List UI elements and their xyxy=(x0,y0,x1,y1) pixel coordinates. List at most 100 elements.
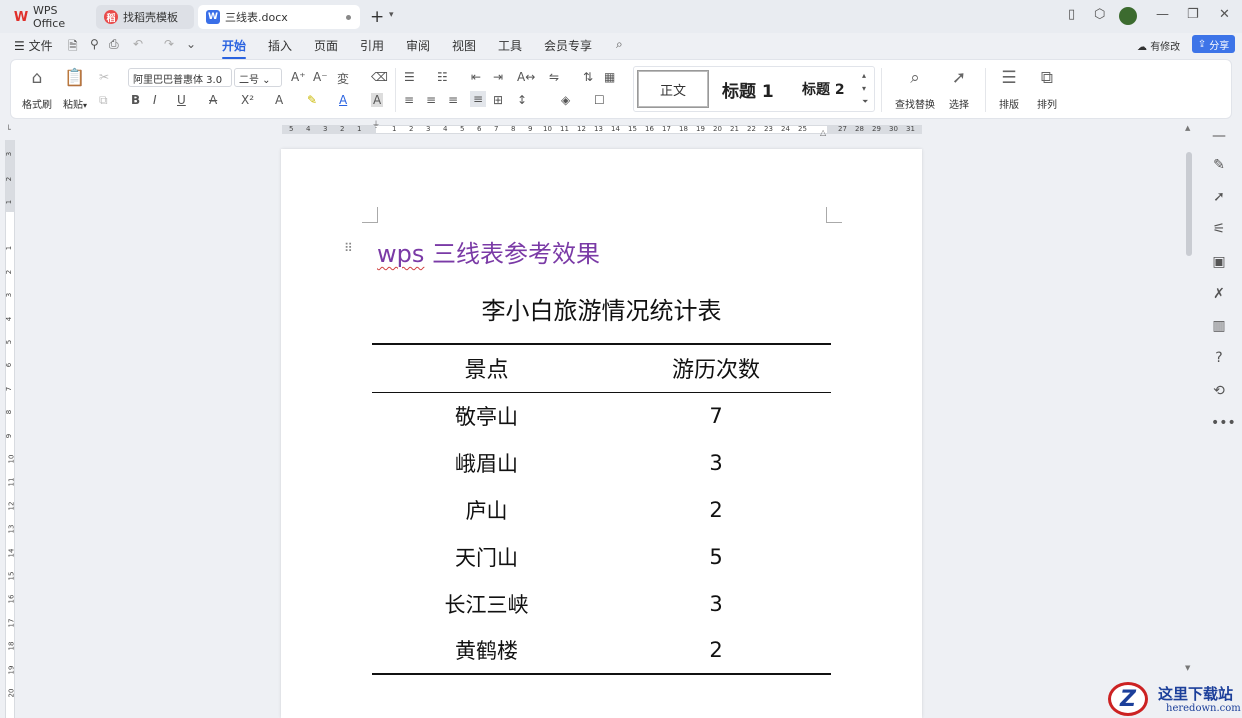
style-normal[interactable]: 正文 xyxy=(637,70,709,108)
gallery-expand-icon[interactable]: ⏷ xyxy=(862,97,868,107)
scroll-down-icon[interactable]: ▼ xyxy=(1185,664,1190,672)
table-cell[interactable]: 7 xyxy=(601,392,831,439)
style-heading1[interactable]: 标题 1 xyxy=(722,77,774,102)
decrease-indent-icon[interactable]: ⇤ xyxy=(471,70,481,84)
align-left-icon[interactable]: ≡ xyxy=(404,93,414,107)
menu-home[interactable]: 开始 xyxy=(222,37,247,59)
menu-member[interactable]: 会员专享 xyxy=(544,37,592,54)
show-marks-icon[interactable]: ▦ xyxy=(604,70,615,84)
gallery-down-icon[interactable]: ▾ xyxy=(862,84,866,93)
bullet-list-icon[interactable]: ☰ xyxy=(404,70,415,84)
redo-icon[interactable]: ↷ xyxy=(164,37,174,51)
justify-icon[interactable]: ≡ xyxy=(470,91,487,107)
table-cell[interactable]: 5 xyxy=(601,533,831,580)
font-color-icon[interactable]: A xyxy=(339,93,347,107)
right-indent-marker-icon[interactable]: △ xyxy=(820,128,826,137)
char-shading-icon[interactable]: A xyxy=(371,93,384,107)
menu-insert[interactable]: 插入 xyxy=(268,37,292,54)
char-spacing-icon[interactable]: A↔ xyxy=(517,70,535,84)
increase-indent-icon[interactable]: ⇥ xyxy=(493,70,503,84)
shrink-font-icon[interactable]: A⁻ xyxy=(313,70,328,84)
close-icon[interactable]: ✕ xyxy=(1219,7,1230,22)
tab-wps-office[interactable]: W WPS Office xyxy=(6,4,92,30)
tab-stop-icon[interactable]: └ xyxy=(6,125,11,134)
cube-icon[interactable]: ⬡ xyxy=(1094,7,1105,22)
restore-icon[interactable]: ❐ xyxy=(1187,7,1199,22)
vertical-ruler[interactable]: 3 2 1 1 2 3 4 5 6 7 8 9 10 11 12 13 14 1… xyxy=(5,140,15,718)
collapse-sidebar-icon[interactable]: — xyxy=(1211,128,1227,144)
border-icon[interactable]: ☐ xyxy=(594,93,605,107)
table-cell[interactable]: 3 xyxy=(601,439,831,486)
distribute-icon[interactable]: ⊞ xyxy=(493,93,503,107)
style-heading2[interactable]: 标题 2 xyxy=(802,79,845,99)
minimize-icon[interactable]: — xyxy=(1156,7,1169,22)
header-cell-place[interactable]: 景点 xyxy=(372,344,601,392)
menu-review[interactable]: 审阅 xyxy=(406,37,430,54)
undo-icon[interactable]: ↶ xyxy=(133,37,143,51)
menu-tools[interactable]: 工具 xyxy=(498,37,522,54)
save-icon[interactable]: 🗎 xyxy=(68,37,78,58)
arrange-button[interactable]: ⧉ 排列 xyxy=(1029,68,1065,111)
table-cell[interactable]: 2 xyxy=(601,486,831,533)
menu-references[interactable]: 引用 xyxy=(360,37,384,54)
image-edit-icon[interactable]: ▣ xyxy=(1211,254,1227,270)
sliders-icon[interactable]: ⚟ xyxy=(1211,221,1227,237)
highlight-icon[interactable]: ✎ xyxy=(307,93,317,107)
header-cell-count[interactable]: 游历次数 xyxy=(601,344,831,392)
chevron-down-icon[interactable]: ▾ xyxy=(389,10,394,20)
print-preview-icon[interactable]: ⎙ xyxy=(109,37,119,52)
revise-status[interactable]: ☁ 有修改 xyxy=(1137,38,1180,53)
book-icon[interactable]: ▥ xyxy=(1211,318,1227,334)
numbered-list-icon[interactable]: ☷ xyxy=(437,70,448,84)
font-name-select[interactable]: 阿里巴巴普惠体 3.0 xyxy=(128,68,232,87)
tab-document[interactable]: W 三线表.docx xyxy=(198,5,360,29)
table-cell[interactable]: 天门山 xyxy=(372,533,601,580)
indent-marker-icon[interactable]: ⏚ xyxy=(372,119,380,130)
pen-icon[interactable]: ✎ xyxy=(1211,157,1227,173)
clear-format-icon[interactable]: ⌫ xyxy=(371,70,388,84)
table-cell[interactable]: 庐山 xyxy=(372,486,601,533)
font-size-select[interactable]: 二号 ⌄ xyxy=(234,68,282,87)
table-cell[interactable]: 峨眉山 xyxy=(372,439,601,486)
new-tab-button[interactable]: + xyxy=(370,7,384,27)
table-cell[interactable]: 黄鹤楼 xyxy=(372,627,601,674)
doc-heading[interactable]: wps 三线表参考效果 xyxy=(377,234,600,269)
search-icon[interactable]: ⌕ xyxy=(616,37,623,52)
copy-icon[interactable]: ⧉ xyxy=(99,93,108,108)
table-cell[interactable]: 长江三峡 xyxy=(372,580,601,627)
tab-docer-templates[interactable]: 稻 找稻壳模板 xyxy=(96,5,194,29)
more-icon[interactable]: ••• xyxy=(1211,415,1236,431)
link-icon[interactable]: ⚲ xyxy=(90,37,99,51)
avatar[interactable] xyxy=(1119,7,1137,25)
gallery-up-icon[interactable]: ▴ xyxy=(862,71,866,80)
menu-view[interactable]: 视图 xyxy=(452,37,476,54)
italic-icon[interactable]: I xyxy=(153,93,157,107)
table-title[interactable]: 李小白旅游情况统计表 xyxy=(281,291,922,326)
sort-icon[interactable]: ⇅ xyxy=(583,70,593,84)
shading-icon[interactable]: ◈ xyxy=(561,93,570,107)
three-line-table[interactable]: 景点 游历次数 敬亭山 7 峨眉山 3 庐山 2 天门山 5 长江三峡 3 黄鹤… xyxy=(372,343,831,675)
format-painter-button[interactable]: ⌂ 格式刷 xyxy=(19,68,55,111)
share-button[interactable]: ⇪ 分享 xyxy=(1192,35,1235,53)
text-direction-icon[interactable]: ⇋ xyxy=(549,70,559,84)
strikethrough-icon[interactable]: A xyxy=(209,93,217,107)
help-icon[interactable]: ? xyxy=(1211,350,1227,366)
menu-page[interactable]: 页面 xyxy=(314,37,338,54)
quick-access-chevron-icon[interactable]: ⌄ xyxy=(186,37,196,51)
align-right-icon[interactable]: ≡ xyxy=(448,93,458,107)
sync-icon[interactable]: ⟲ xyxy=(1211,383,1227,399)
grow-font-icon[interactable]: A⁺ xyxy=(291,70,306,84)
underline-icon[interactable]: U xyxy=(177,93,186,107)
layout-button[interactable]: ☰ 排版 xyxy=(991,68,1027,111)
bold-icon[interactable]: B xyxy=(131,93,140,107)
align-center-icon[interactable]: ≡ xyxy=(426,93,436,107)
table-cell[interactable]: 敬亭山 xyxy=(372,392,601,439)
vertical-scrollbar[interactable] xyxy=(1186,152,1192,256)
line-spacing-icon[interactable]: ↕ xyxy=(517,93,527,107)
paste-button[interactable]: 📋 粘贴▾ xyxy=(57,68,93,111)
pointer-icon[interactable]: ➚ xyxy=(1211,189,1227,205)
cut-icon[interactable]: ✂ xyxy=(99,70,109,84)
scroll-up-icon[interactable]: ▲ xyxy=(1185,124,1190,132)
table-cell[interactable]: 3 xyxy=(601,580,831,627)
superscript-icon[interactable]: X² xyxy=(241,93,254,107)
